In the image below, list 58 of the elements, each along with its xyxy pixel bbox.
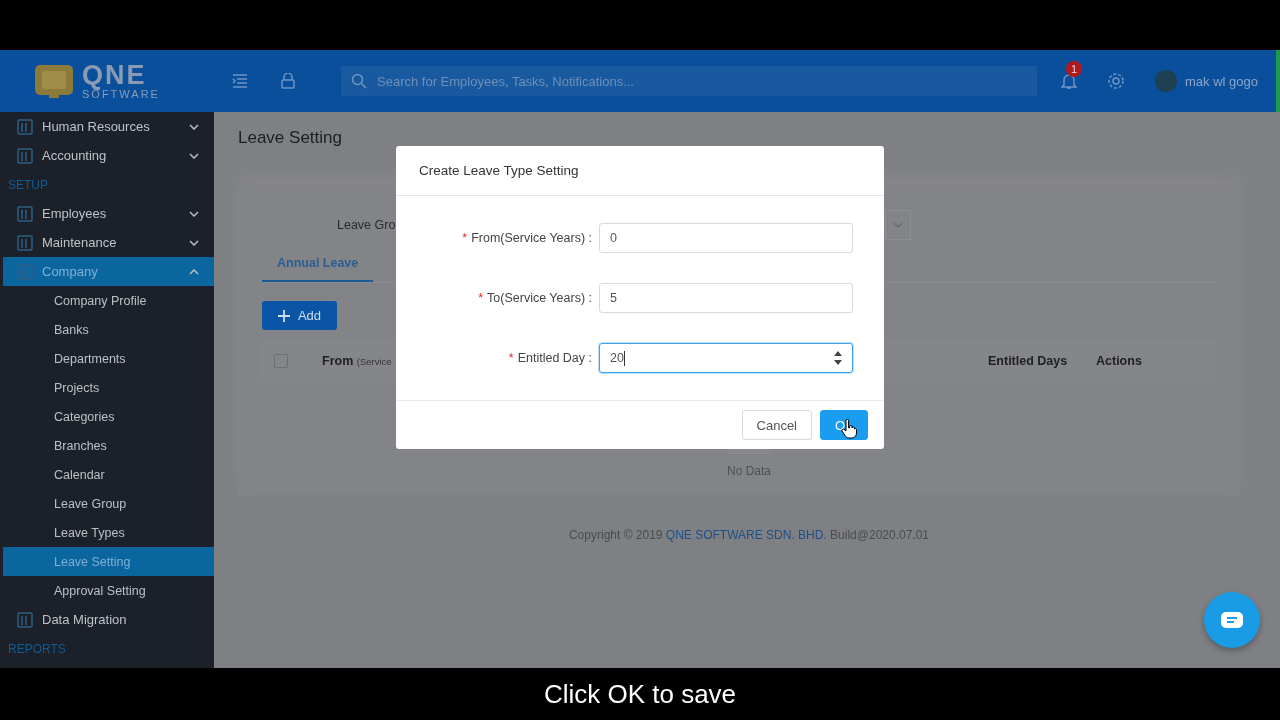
field-label: * To(Service Years) : [477, 291, 593, 305]
nav-item[interactable]: Employees [3, 199, 214, 228]
search-field[interactable]: Search for Employees, Tasks, Notifications... [341, 66, 1037, 96]
plus-icon [277, 309, 290, 322]
module-icon [16, 262, 34, 281]
section-heading: SETUP [7, 176, 49, 194]
module-icon [16, 610, 34, 629]
nav-item[interactable]: Human Resources [3, 112, 214, 141]
nav-subitem[interactable]: Categories [3, 402, 214, 431]
lock-icon[interactable] [281, 73, 295, 89]
chat-icon [1221, 612, 1243, 628]
module-icon [16, 146, 34, 165]
nav-subitem[interactable]: Leave Types [3, 518, 214, 547]
logo-icon [34, 63, 74, 99]
dialog-title: Create Leave Type Setting [419, 163, 579, 178]
video-caption: Click OK to save [543, 678, 737, 710]
nav-subitem[interactable]: Approval Setting [3, 576, 214, 605]
column-header: From (Service [322, 354, 392, 368]
chevron-down-icon [893, 222, 903, 228]
logo-text: QNE [82, 62, 147, 89]
module-icon [16, 117, 34, 136]
input-field[interactable]: 5 [599, 283, 853, 313]
add-button[interactable]: Add [262, 301, 337, 330]
notification-badge: 1 [1066, 61, 1082, 77]
column-header: Actions [1096, 354, 1142, 368]
spinner-icon[interactable] [834, 351, 842, 365]
nav-subitem[interactable]: Company Profile [3, 286, 214, 315]
nav-subitem[interactable]: Leave Group [3, 489, 214, 518]
bell-icon[interactable] [1061, 72, 1077, 90]
select-field[interactable] [885, 210, 911, 240]
input-field[interactable]: 20 [599, 343, 853, 373]
cancel-button[interactable]: Cancel [741, 410, 812, 440]
chat-button[interactable] [1204, 592, 1260, 648]
required-mark: * [508, 351, 514, 365]
module-icon [16, 204, 34, 223]
nav-item[interactable]: Accounting [3, 141, 214, 170]
field-label: Leave Gro [337, 218, 395, 232]
module-icon [16, 233, 34, 252]
field-label: * From(Service Years) : [461, 231, 593, 245]
avatar-icon [1155, 70, 1177, 92]
nav-subitem[interactable]: Branches [3, 431, 214, 460]
required-mark: * [478, 291, 484, 305]
nav-subitem[interactable]: Banks [3, 315, 214, 344]
nav-item[interactable]: Data Migration [3, 605, 214, 634]
nav-item[interactable]: Maintenance [3, 228, 214, 257]
nav-subitem[interactable]: Projects [3, 373, 214, 402]
menu-icon[interactable] [232, 74, 248, 88]
logo-subtitle: SOFTWARE [82, 89, 160, 100]
page-title: Leave Setting [238, 128, 343, 149]
settings-icon[interactable] [1107, 72, 1125, 90]
nav-subitem[interactable]: Departments [3, 344, 214, 373]
section-heading: REPORTS [7, 640, 67, 658]
column-header: Entitled Days [988, 354, 1068, 368]
input-field[interactable]: 0 [599, 223, 853, 253]
nav-subitem[interactable]: Calendar [3, 460, 214, 489]
search-icon [351, 73, 367, 89]
required-mark: * [462, 231, 468, 245]
field-label: * Entitled Day : [507, 351, 593, 365]
